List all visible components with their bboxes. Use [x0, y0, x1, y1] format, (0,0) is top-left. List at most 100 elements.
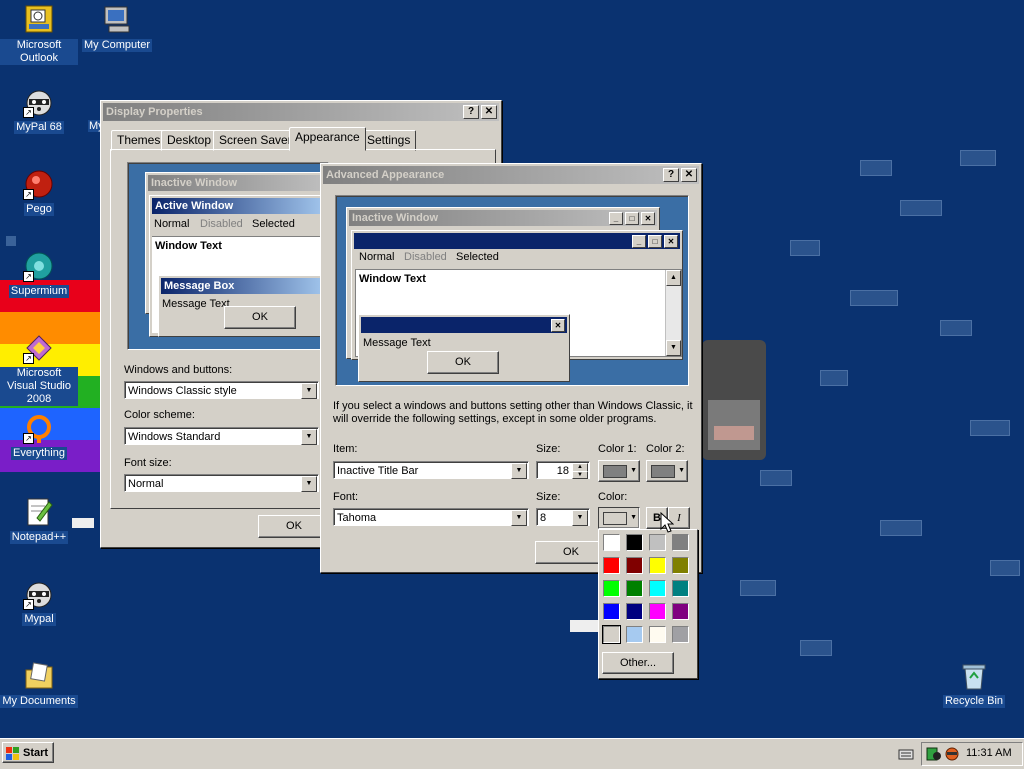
computer-icon [101, 4, 133, 36]
chevron-down-icon[interactable]: ▼ [511, 463, 527, 479]
desktop-icon-label: MyPal 68 [14, 121, 64, 134]
scroll-up-icon: ▲ [666, 270, 681, 286]
color-swatch[interactable] [603, 534, 620, 551]
color-swatch[interactable] [672, 534, 689, 551]
preview-menu-disabled: Disabled [200, 218, 243, 230]
display-properties-titlebar[interactable]: Display Properties ? ✕ [103, 103, 499, 121]
scroll-down-icon: ▼ [666, 340, 681, 356]
desktop-icon-pego[interactable]: ↗ Pego [0, 168, 78, 216]
preview-inactive-title: Inactive Window [148, 175, 329, 191]
chevron-down-icon[interactable]: ▼ [301, 429, 317, 445]
desktop-icon-label: Notepad++ [9, 531, 69, 544]
advanced-appearance-titlebar[interactable]: Advanced Appearance ? ✕ [323, 166, 699, 184]
font-size-select[interactable]: Normal ▼ [124, 474, 319, 492]
windows-buttons-select[interactable]: Windows Classic style ▼ [124, 381, 319, 399]
font-size-label: Size: [536, 491, 561, 503]
tab-themes[interactable]: Themes [111, 130, 167, 151]
advanced-preview[interactable]: Inactive Window _ □ ✕ _ □ ✕ Normal Disab… [335, 195, 689, 386]
desktop-icon-notepadpp[interactable]: Notepad++ [0, 496, 78, 544]
shortcut-arrow-icon: ↗ [23, 353, 34, 364]
color-swatch[interactable] [672, 603, 689, 620]
supermium-icon: ↗ [23, 250, 55, 282]
color2-picker[interactable]: ▼ [646, 460, 688, 482]
desktop-icon-everything[interactable]: ↗ Everything [0, 412, 78, 460]
wallpaper-block [6, 236, 16, 246]
visual-studio-icon: ↗ [23, 332, 55, 364]
preview-ok-button: OK [224, 306, 296, 329]
preview-menu-normal: Normal [359, 251, 395, 263]
shortcut-arrow-icon: ↗ [23, 189, 34, 200]
clock[interactable]: 11:31 AM [966, 747, 1012, 759]
desktop-icon-my-computer[interactable]: My Computer [78, 4, 156, 52]
start-button[interactable]: Start [2, 742, 54, 763]
notepadpp-icon [23, 496, 55, 528]
network-tray-icon[interactable] [926, 746, 942, 762]
desktop-icon-visual-studio[interactable]: ↗ Microsoft Visual Studio 2008 [0, 332, 78, 406]
preview-active-title: Active Window [152, 198, 329, 214]
chevron-down-icon[interactable]: ▼ [511, 510, 527, 526]
desktop-icon-recycle-bin[interactable]: Recycle Bin [935, 660, 1013, 708]
color-swatch[interactable] [603, 557, 620, 574]
shortcut-arrow-icon: ↗ [23, 107, 34, 118]
color-swatch[interactable] [649, 580, 666, 597]
desktop-icon-supermium[interactable]: ↗ Supermium [0, 250, 78, 298]
chevron-down-icon[interactable]: ▼ [301, 476, 317, 492]
color-swatch[interactable] [603, 603, 620, 620]
desktop-icon-mypal[interactable]: ↗ Mypal [0, 578, 78, 626]
wallpaper-block [740, 580, 776, 596]
color-swatch[interactable] [672, 557, 689, 574]
preview-title-text: Inactive Window [352, 212, 439, 224]
maximize-icon: □ [648, 234, 662, 248]
color-swatch[interactable] [602, 625, 621, 644]
font-size-select[interactable]: 8 ▼ [536, 508, 590, 526]
chevron-down-icon[interactable]: ▼ [301, 383, 317, 399]
font-color-picker[interactable]: ▼ [598, 507, 640, 529]
color-swatch[interactable] [626, 580, 643, 597]
other-colors-button[interactable]: Other... [602, 652, 674, 674]
desktop-icon-my-documents[interactable]: My Documents [0, 660, 78, 708]
color-swatch[interactable] [626, 557, 643, 574]
preview-menu-normal: Normal [154, 218, 190, 230]
color-swatch[interactable] [626, 603, 643, 620]
preview-msgbox-text: Message Text [363, 337, 431, 349]
color-swatch[interactable] [649, 603, 666, 620]
app-tray-icon[interactable] [944, 746, 960, 762]
color-swatch[interactable] [626, 534, 643, 551]
tab-screen-saver[interactable]: Screen Saver [213, 130, 298, 151]
help-button[interactable]: ? [663, 168, 679, 182]
color-swatch[interactable] [672, 626, 689, 643]
color-swatch[interactable] [649, 626, 666, 643]
item-select[interactable]: Inactive Title Bar ▼ [333, 461, 529, 479]
close-icon: ✕ [641, 211, 655, 225]
font-select[interactable]: Tahoma ▼ [333, 508, 529, 526]
preview-active-title: _ □ ✕ [354, 233, 680, 249]
preview-scrollbar: ▲ ▼ [665, 270, 681, 356]
desktop-icon-outlook[interactable]: Microsoft Outlook [0, 4, 78, 65]
help-button[interactable]: ? [463, 105, 479, 119]
recycle-bin-icon [958, 660, 990, 692]
color-swatch[interactable] [649, 534, 666, 551]
wallpaper-block [970, 420, 1010, 436]
advanced-ok-button[interactable]: OK [535, 541, 607, 564]
desktop-icon-mypal68[interactable]: ↗ MyPal 68 [0, 86, 78, 134]
item-size-spinner[interactable]: 18 ▲ ▼ [536, 461, 590, 479]
tab-desktop[interactable]: Desktop [161, 130, 218, 151]
chevron-down-icon[interactable]: ▼ [572, 510, 588, 526]
preview-msgbox-text: Message Text [162, 298, 230, 310]
color1-picker[interactable]: ▼ [598, 460, 640, 482]
select-value: Windows Classic style [128, 385, 237, 397]
color-swatch[interactable] [649, 557, 666, 574]
color-swatch[interactable] [672, 580, 689, 597]
desktop-icon-label: Everything [11, 447, 67, 460]
spin-down-icon[interactable]: ▼ [572, 471, 588, 479]
close-button[interactable]: ✕ [481, 105, 497, 119]
close-button[interactable]: ✕ [681, 168, 697, 182]
color-swatch[interactable] [626, 626, 643, 643]
keyboard-icon[interactable] [898, 747, 914, 761]
color-swatch[interactable] [603, 580, 620, 597]
font-color-swatch [603, 512, 627, 525]
wallpaper-block [860, 160, 892, 176]
tab-appearance[interactable]: Appearance [289, 127, 366, 151]
tab-settings[interactable]: Settings [361, 130, 417, 151]
color-scheme-select[interactable]: Windows Standard ▼ [124, 427, 319, 445]
